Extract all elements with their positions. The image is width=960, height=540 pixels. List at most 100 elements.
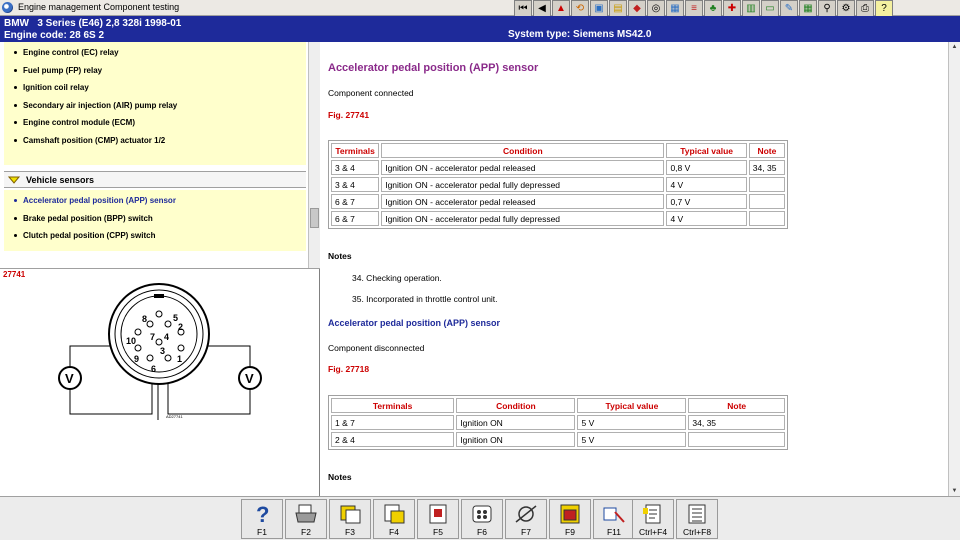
pin-label: 2 <box>178 322 183 332</box>
f9-label: F9 <box>565 527 575 537</box>
note-item: 35. Incorporated in throttle control uni… <box>352 294 498 304</box>
category-vehicle-sensors[interactable]: Vehicle sensors <box>4 171 306 188</box>
f11-button[interactable]: F11 <box>593 499 635 539</box>
print-icon <box>295 504 317 523</box>
f6-button[interactable]: F6 <box>461 499 503 539</box>
table-cell: Ignition ON <box>456 415 576 430</box>
content-scrollbar[interactable]: ▲ ▼ <box>948 42 960 496</box>
f2-label: F2 <box>301 527 311 537</box>
table-row: 6 & 7 Ignition ON - accelerator pedal re… <box>331 194 785 209</box>
figure-link[interactable]: Fig. 27741 <box>328 110 369 120</box>
scroll-up-icon[interactable]: ▲ <box>949 42 960 52</box>
list-scrollbar[interactable] <box>308 42 320 268</box>
table-cell: 6 & 7 <box>331 194 380 209</box>
table-cell: 3 & 4 <box>331 160 380 175</box>
table-cell: 6 & 7 <box>331 211 380 226</box>
voltmeter-symbol: V <box>245 371 254 386</box>
engine-code: Engine code: 28 6S 2 <box>4 30 105 41</box>
f11-label: F11 <box>606 527 622 537</box>
f3-label: F3 <box>345 527 355 537</box>
list-item[interactable]: Camshaft position (CMP) actuator 1/2 <box>4 132 306 150</box>
list-item[interactable]: Brake pedal position (BPP) switch <box>4 210 306 228</box>
pin-label: 10 <box>126 336 136 346</box>
column-header: Note <box>688 398 785 413</box>
page-title: Accelerator pedal position (APP) sensor <box>328 62 539 74</box>
component-status: Component connected <box>328 88 414 98</box>
column-header: Typical value <box>666 143 747 158</box>
svg-text:?: ? <box>256 502 269 526</box>
table-row: 6 & 7 Ignition ON - accelerator pedal fu… <box>331 211 785 226</box>
scroll-down-icon[interactable]: ▼ <box>949 486 960 496</box>
table-cell: Ignition ON - accelerator pedal released <box>381 194 665 209</box>
system-type: System type: Siemens MS42.0 <box>508 29 652 40</box>
pin-label: 1 <box>177 354 182 364</box>
app-window: Engine management Component testing ⏮ ◀ … <box>0 0 960 540</box>
main-content: Accelerator pedal position (APP) sensor … <box>320 42 948 496</box>
list-item-label: Clutch pedal position (CPP) switch <box>23 231 156 241</box>
diagram-icon <box>560 504 580 524</box>
table-cell: Ignition ON <box>456 432 576 447</box>
table-cell: Ignition ON - accelerator pedal released <box>381 160 665 175</box>
vehicle-name: BMW 3 Series (E46) 2,8 328i 1998-01 <box>4 18 182 29</box>
list-item-label: Engine control (EC) relay <box>23 48 119 58</box>
table-cell: 3 & 4 <box>331 177 380 192</box>
f7-button[interactable]: F7 <box>505 499 547 539</box>
component-list: Engine control (EC) relay Fuel pump (FP)… <box>0 42 308 268</box>
list-item[interactable]: Secondary air injection (AIR) pump relay <box>4 97 306 115</box>
component-status: Component disconnected <box>328 343 425 353</box>
paste-icon <box>384 504 405 524</box>
list-item-label: Ignition coil relay <box>23 83 89 93</box>
f1-button[interactable]: ? F1 <box>241 499 283 539</box>
ctrl-f4-button[interactable]: Ctrl+F4 <box>632 499 674 539</box>
probe-icon <box>603 507 625 523</box>
help-icon: ? <box>256 502 269 526</box>
column-header: Condition <box>381 143 665 158</box>
table-cell: 2 & 4 <box>331 432 455 447</box>
table-cell: Ignition ON - accelerator pedal fully de… <box>381 177 665 192</box>
f3-button[interactable]: F3 <box>329 499 371 539</box>
list-item-selected[interactable]: Accelerator pedal position (APP) sensor <box>4 192 306 210</box>
window-title: Engine management Component testing <box>18 2 180 12</box>
figure-link[interactable]: Fig. 27718 <box>328 364 369 374</box>
chevron-down-icon <box>8 175 20 185</box>
column-header: Typical value <box>577 398 687 413</box>
list-item[interactable]: Clutch pedal position (CPP) switch <box>4 227 306 245</box>
divider <box>0 268 320 269</box>
table-cell: 5 V <box>577 415 687 430</box>
list-item[interactable]: Engine control module (ECM) <box>4 114 306 132</box>
component-icon <box>429 504 447 524</box>
table-cell: 0,8 V <box>666 160 747 175</box>
ctrl-f4-label: Ctrl+F4 <box>638 527 668 537</box>
pin-label: 7 <box>150 332 155 342</box>
notes-heading: Notes <box>328 251 352 261</box>
table-cell: 0,7 V <box>666 194 747 209</box>
pin-label: 6 <box>151 364 156 374</box>
table-cell: 1 & 7 <box>331 415 455 430</box>
table-cell: 34, 35 <box>688 415 785 430</box>
list-item-label: Secondary air injection (AIR) pump relay <box>23 100 178 110</box>
f5-button[interactable]: F5 <box>417 499 459 539</box>
f4-button[interactable]: F4 <box>373 499 415 539</box>
table-row: 3 & 4 Ignition ON - accelerator pedal re… <box>331 160 785 175</box>
f5-label: F5 <box>433 527 443 537</box>
column-header: Condition <box>456 398 576 413</box>
table-cell: Ignition ON - accelerator pedal fully de… <box>381 211 665 226</box>
table-cell <box>748 177 785 192</box>
table-cell <box>748 194 785 209</box>
figure-number: 27741 <box>3 270 26 279</box>
table-cell: 5 V <box>577 432 687 447</box>
table-cell: 34, 35 <box>748 160 785 175</box>
scrollbar-thumb[interactable] <box>310 208 319 228</box>
f2-button[interactable]: F2 <box>285 499 327 539</box>
column-header: Note <box>748 143 785 158</box>
ctrl-f8-button[interactable]: Ctrl+F8 <box>676 499 718 539</box>
values-table: Terminals Condition Typical value Note 1… <box>328 395 788 450</box>
table-cell: 4 V <box>666 211 747 226</box>
f9-button[interactable]: F9 <box>549 499 591 539</box>
list-item[interactable]: Ignition coil relay <box>4 79 306 97</box>
list-item[interactable]: Fuel pump (FP) relay <box>4 62 306 80</box>
list-item-label: Brake pedal position (BPP) switch <box>23 213 153 223</box>
connector-icon <box>472 505 492 523</box>
f1-label: F1 <box>257 527 267 537</box>
list-item[interactable]: Engine control (EC) relay <box>4 44 306 62</box>
